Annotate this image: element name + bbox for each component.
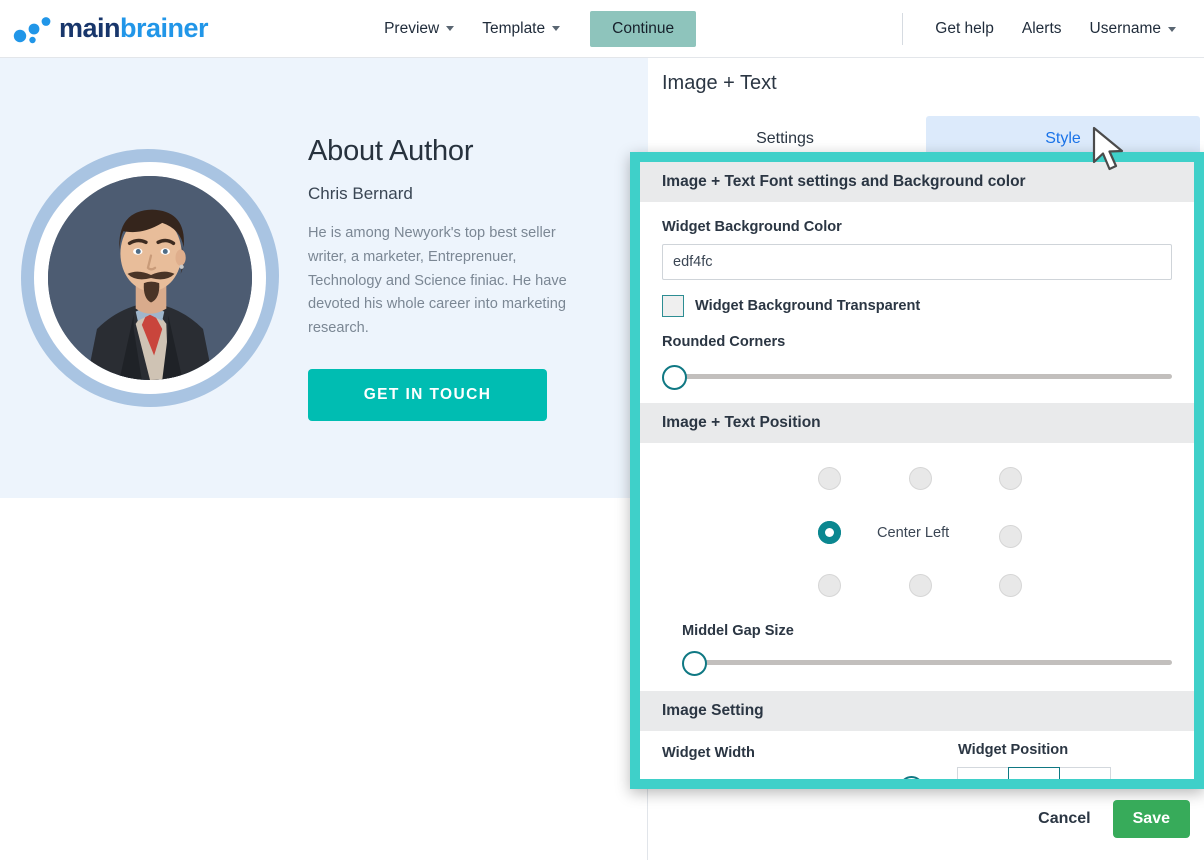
nav-get-help[interactable]: Get help (921, 12, 1008, 46)
nav-template[interactable]: Template (468, 12, 574, 46)
position-option-top-left[interactable] (818, 467, 841, 490)
widget-width-column: Widget Width (662, 745, 936, 779)
get-in-touch-button[interactable]: GET IN TOUCH (308, 368, 547, 421)
widget-background-color-label: Widget Background Color (662, 219, 842, 235)
position-radio-grid: Center Left (662, 467, 1172, 617)
widget-background-transparent-row[interactable]: Widget Background Transparent (662, 295, 1172, 317)
align-left-icon (973, 778, 993, 779)
rounded-corners-slider-track (680, 374, 1172, 379)
avatar (21, 149, 279, 407)
cancel-button[interactable]: Cancel (1038, 810, 1090, 828)
chevron-down-icon (1168, 26, 1176, 32)
align-right-button[interactable] (1059, 767, 1111, 779)
widget-background-transparent-checkbox[interactable] (662, 295, 684, 317)
nav-alerts[interactable]: Alerts (1008, 12, 1076, 46)
rounded-corners-label: Rounded Corners (662, 334, 786, 350)
chevron-down-icon (446, 26, 455, 31)
style-form: Image + Text Font settings and Backgroun… (640, 162, 1194, 779)
position-option-bottom-right[interactable] (999, 574, 1022, 597)
style-form-highlight-frame: Image + Text Font settings and Backgroun… (630, 152, 1204, 789)
middle-gap-size-slider-track (700, 660, 1172, 665)
align-center-icon (1024, 778, 1044, 779)
logo-dots-icon (13, 16, 51, 43)
nav-preview[interactable]: Preview (370, 12, 468, 46)
position-option-top-center[interactable] (909, 467, 932, 490)
section-body-position: Center Left Middel Gap Size (640, 467, 1194, 691)
position-option-top-right[interactable] (999, 467, 1022, 490)
widget-position-label: Widget Position (958, 742, 1069, 758)
widget-background-color-input[interactable] (662, 244, 1172, 280)
secondary-nav: Get help Alerts Username (902, 0, 1190, 58)
author-portrait-illustration (48, 176, 252, 380)
email-canvas: About Author Chris Bernard He is among N… (0, 58, 648, 860)
image-text-widget-preview[interactable]: About Author Chris Bernard He is among N… (0, 58, 648, 498)
avatar-column (0, 149, 300, 407)
align-left-button[interactable] (957, 767, 1009, 779)
section-heading-position: Image + Text Position (640, 403, 1194, 443)
rounded-corners-slider-handle[interactable] (662, 365, 687, 390)
nav-template-label: Template (482, 19, 546, 37)
position-option-center-left[interactable] (818, 521, 841, 544)
nav-divider (902, 13, 904, 45)
app-root: mainbrainer Preview Template Continue Ge… (0, 0, 1204, 860)
middle-gap-size-label: Middel Gap Size (682, 623, 794, 639)
section-body-font-background: Widget Background Color Widget Backgroun… (640, 219, 1194, 403)
chevron-down-icon (552, 26, 561, 31)
align-right-icon (1075, 778, 1095, 779)
middle-gap-size-slider[interactable] (682, 645, 1172, 679)
logo-text-brainer: brainer (120, 13, 209, 43)
position-option-center-right[interactable] (999, 525, 1022, 548)
section-body-image-setting: Widget Width Widget Position (640, 731, 1194, 779)
image-setting-row: Widget Width Widget Position (662, 731, 1172, 779)
continue-button[interactable]: Continue (590, 10, 697, 47)
widget-subheading: Chris Bernard (308, 184, 413, 204)
brand-logo[interactable]: mainbrainer (12, 13, 209, 44)
author-photo (48, 176, 252, 380)
panel-title: Image + Text (662, 72, 777, 94)
position-option-bottom-center[interactable] (909, 574, 932, 597)
position-selected-label: Center Left (877, 525, 950, 541)
logo-text-main: main (59, 13, 121, 43)
widget-position-align-group (957, 767, 1111, 779)
top-navigation-bar: mainbrainer Preview Template Continue Ge… (0, 0, 1204, 58)
panel-footer-actions: Cancel Save (1038, 800, 1190, 838)
primary-nav: Preview Template Continue (370, 10, 697, 47)
nav-username-label: Username (1089, 20, 1162, 37)
widget-position-column: Widget Position (957, 742, 1111, 779)
section-heading-image-setting: Image Setting (640, 691, 1194, 731)
section-heading-font-background: Image + Text Font settings and Backgroun… (640, 162, 1194, 202)
widget-background-transparent-label: Widget Background Transparent (695, 298, 921, 314)
nav-preview-label: Preview (384, 19, 440, 37)
widget-body-text: He is among Newyork's top best seller wr… (308, 225, 567, 336)
position-option-bottom-left[interactable] (818, 574, 841, 597)
widget-heading: About Author (308, 135, 474, 168)
nav-username[interactable]: Username (1076, 12, 1191, 46)
align-center-button[interactable] (1008, 767, 1060, 779)
widget-width-slider-handle[interactable] (899, 776, 924, 779)
widget-width-label: Widget Width (662, 745, 755, 761)
widget-width-slider[interactable] (662, 770, 936, 779)
save-button[interactable]: Save (1112, 800, 1190, 838)
widget-text-column: About Author Chris Bernard He is among N… (300, 135, 600, 421)
middle-gap-size-slider-handle[interactable] (682, 651, 707, 676)
rounded-corners-slider[interactable] (662, 359, 1172, 393)
style-settings-panel: Image + Text Settings Style Image + Text… (630, 58, 1204, 860)
